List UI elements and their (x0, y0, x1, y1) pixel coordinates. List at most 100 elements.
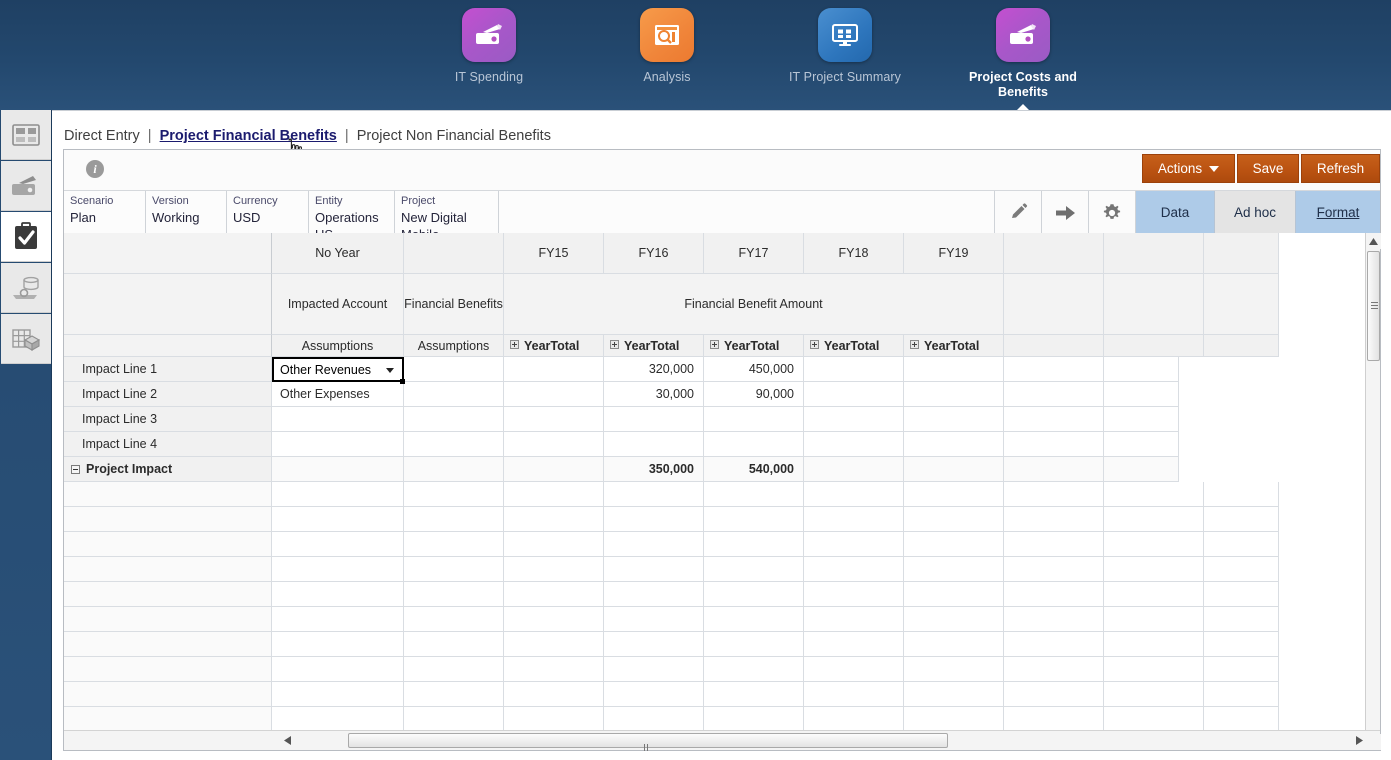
collapse-minus-icon[interactable] (71, 465, 80, 474)
pov-member-project[interactable]: Project New Digital Mobile (395, 191, 499, 234)
value-cell-1[interactable] (504, 382, 604, 407)
value-cell-1[interactable] (504, 357, 604, 382)
value-cell-6[interactable] (1004, 432, 1104, 457)
value-cell-5[interactable] (904, 357, 1004, 382)
top-nav-tab-project-costs-and-benefits[interactable]: Project Costs and Benefits (964, 8, 1082, 115)
value-cell-5[interactable] (904, 382, 1004, 407)
grid-header-yeartotal-fy15[interactable]: YearTotal (504, 335, 604, 357)
vertical-scrollbar-thumb[interactable] (1367, 251, 1380, 361)
value-cell-4[interactable] (804, 357, 904, 382)
account-cell[interactable]: Other Expenses (272, 382, 404, 407)
value-cell-5[interactable] (904, 407, 1004, 432)
expand-plus-icon[interactable] (810, 340, 819, 349)
grid-header-yeartotal-fy18[interactable]: YearTotal (804, 335, 904, 357)
horizontal-scrollbar-thumb[interactable] (348, 733, 948, 748)
refresh-button[interactable]: Refresh (1301, 154, 1380, 183)
grid-header-fy16[interactable]: FY16 (604, 233, 704, 274)
value-cell-trailing[interactable] (1104, 357, 1179, 382)
grid-vertical-scrollbar[interactable] (1365, 233, 1380, 750)
grid-row-header-4[interactable]: Impact Line 4 (64, 432, 272, 457)
arrow-right-icon[interactable] (1042, 191, 1089, 234)
grid-header-fy18[interactable]: FY18 (804, 233, 904, 274)
sidebar-item-tasks[interactable] (1, 212, 51, 262)
grid-header-assumptions-1[interactable]: Assumptions (272, 335, 404, 357)
grid-header-no-year[interactable]: No Year (272, 233, 404, 274)
pov-member-currency[interactable]: Currency USD (227, 191, 309, 234)
financial-benefits-cell[interactable] (404, 432, 504, 457)
expand-plus-icon[interactable] (510, 340, 519, 349)
expand-plus-icon[interactable] (610, 340, 619, 349)
info-icon[interactable]: i (86, 160, 104, 178)
pov-member-scenario[interactable]: Scenario Plan (64, 191, 146, 234)
expand-plus-icon[interactable] (710, 340, 719, 349)
value-cell-6[interactable] (1004, 407, 1104, 432)
breadcrumb-item-direct-entry[interactable]: Direct Entry (64, 128, 140, 144)
grid-header-financial-benefits[interactable]: Financial Benefits (404, 274, 504, 335)
account-cell[interactable] (272, 432, 404, 457)
value-cell-trailing[interactable] (1104, 382, 1179, 407)
grid-row-header-2[interactable]: Impact Line 2 (64, 382, 272, 407)
grid-header-impacted-account[interactable]: Impacted Account (272, 274, 404, 335)
sidebar-item-dashboard[interactable] (1, 110, 51, 160)
value-cell-2[interactable]: 30,000 (604, 382, 704, 407)
cell-fill-handle[interactable] (400, 379, 405, 384)
mode-button-ad-hoc[interactable]: Ad hoc (1215, 191, 1296, 234)
pencil-icon[interactable] (995, 191, 1042, 234)
grid-total-row-header[interactable]: Project Impact (64, 457, 272, 482)
horizontal-scrollbar-track[interactable] (280, 733, 1355, 748)
top-nav-tab-it-spending[interactable]: IT Spending (430, 8, 548, 115)
grid-header-fy19[interactable]: FY19 (904, 233, 1004, 274)
breadcrumb-item-project-non-financial-benefits[interactable]: Project Non Financial Benefits (357, 128, 551, 144)
account-cell[interactable] (272, 407, 404, 432)
value-cell-6[interactable] (1004, 357, 1104, 382)
save-button[interactable]: Save (1237, 154, 1299, 183)
value-cell-trailing[interactable] (1104, 432, 1179, 457)
scroll-up-icon[interactable] (1366, 233, 1381, 249)
financial-benefits-cell[interactable] (404, 357, 504, 382)
grid-horizontal-scrollbar[interactable] (64, 730, 1380, 750)
value-cell-2[interactable] (604, 432, 704, 457)
grid-header-yeartotal-fy19[interactable]: YearTotal (904, 335, 1004, 357)
top-nav-tab-analysis[interactable]: Analysis (608, 8, 726, 115)
sidebar-item-spending[interactable] (1, 161, 51, 211)
value-cell-1[interactable] (504, 407, 604, 432)
actions-button[interactable]: Actions (1142, 154, 1235, 183)
grid-header-fy15[interactable]: FY15 (504, 233, 604, 274)
value-cell-trailing[interactable] (1104, 407, 1179, 432)
financial-benefits-cell[interactable] (404, 407, 504, 432)
value-cell-5[interactable] (904, 432, 1004, 457)
financial-benefits-cell[interactable] (404, 382, 504, 407)
mode-button-format[interactable]: Format (1296, 191, 1380, 234)
value-cell-3[interactable] (704, 407, 804, 432)
top-nav-tab-it-project-summary[interactable]: IT Project Summary (786, 8, 904, 115)
value-cell-4[interactable] (804, 382, 904, 407)
grid-row-header-1[interactable]: Impact Line 1 (64, 357, 272, 382)
breadcrumb-item-project-financial-benefits[interactable]: Project Financial Benefits (160, 128, 337, 144)
value-cell-3[interactable] (704, 432, 804, 457)
expand-plus-icon[interactable] (910, 340, 919, 349)
sidebar-item-cube[interactable] (1, 314, 51, 364)
grid-header-yeartotal-fy16[interactable]: YearTotal (604, 335, 704, 357)
value-cell-6[interactable] (1004, 382, 1104, 407)
value-cell-4[interactable] (804, 407, 904, 432)
value-cell-3[interactable]: 450,000 (704, 357, 804, 382)
value-cell-2[interactable] (604, 407, 704, 432)
grid-header-yeartotal-fy17[interactable]: YearTotal (704, 335, 804, 357)
value-cell-4[interactable] (804, 432, 904, 457)
grid-header-no-year-cont[interactable] (404, 233, 504, 274)
gear-icon[interactable] (1089, 191, 1136, 234)
grid-header-assumptions-2[interactable]: Assumptions (404, 335, 504, 357)
chevron-down-icon[interactable] (386, 368, 394, 373)
value-cell-1[interactable] (504, 432, 604, 457)
scroll-right-icon[interactable] (1352, 733, 1366, 748)
grid-row-header-3[interactable]: Impact Line 3 (64, 407, 272, 432)
account-dropdown-cell[interactable]: Other Revenues (272, 357, 404, 382)
sidebar-item-analysis[interactable] (1, 263, 51, 313)
value-cell-3[interactable]: 90,000 (704, 382, 804, 407)
value-cell-2[interactable]: 320,000 (604, 357, 704, 382)
mode-button-data[interactable]: Data (1136, 191, 1215, 234)
pov-member-entity[interactable]: Entity Operations US (309, 191, 395, 234)
pov-member-version[interactable]: Version Working (146, 191, 227, 234)
grid-header-financial-benefit-amount[interactable]: Financial Benefit Amount (504, 274, 1004, 335)
grid-header-fy17[interactable]: FY17 (704, 233, 804, 274)
